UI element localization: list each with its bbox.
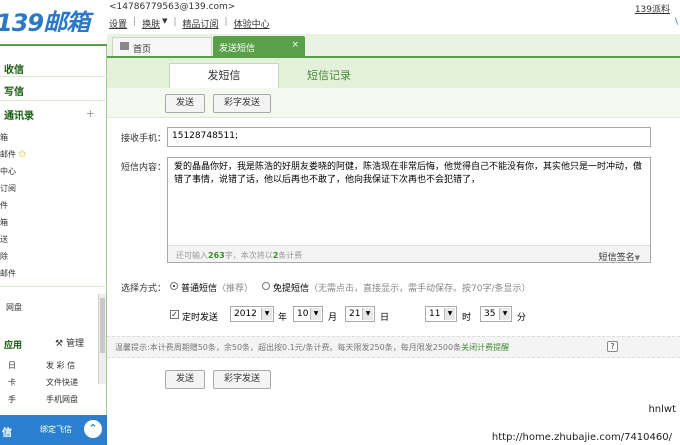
sidebar-netdisk[interactable]: 网盘 [6, 302, 22, 313]
normal-sms-radio[interactable] [170, 282, 178, 290]
sidebar-main-nav: 收信 写信 通讯录 + [0, 44, 107, 122]
chevron-down-icon: ▼ [634, 254, 640, 262]
chevron-down-icon: ▼ [310, 308, 321, 320]
content-footer: 还可输入263字，本次将以2条计费 短信签名▼ [168, 245, 650, 263]
sidebar-folder[interactable]: 件 [0, 200, 8, 211]
fetion-label: 信 [2, 428, 12, 439]
app-send-mms[interactable]: 发 彩 信 [46, 360, 75, 371]
sms-subtabs: 发短信 短信记录 [107, 58, 680, 88]
app-item[interactable]: 手 [8, 394, 16, 405]
top-links: 设置 | 换肤 ▼ | 精品订阅 | 体验中心 [109, 17, 270, 30]
app-mobile-disk[interactable]: 手机网盘 [46, 394, 78, 405]
apps-title: 应用 [4, 341, 23, 351]
sidebar-item-compose[interactable]: 写信 [4, 83, 24, 98]
minute-select[interactable]: 35 ▼ [480, 306, 512, 322]
bind-fetion-link[interactable]: 绑定飞信 [40, 424, 72, 435]
top-header: 139邮箱 <14786779563@139.com> 设置 | 换肤 ▼ | … [0, 0, 680, 34]
app-item[interactable]: 卡 [8, 377, 16, 388]
chevron-down-icon: ▼ [261, 308, 272, 320]
content-label: 短信内容： [121, 163, 167, 173]
subtab-compose[interactable]: 发短信 [169, 63, 279, 88]
apps-manage-link[interactable]: ⚒ 管理 [55, 336, 84, 349]
top-right-mark: \ [674, 17, 678, 27]
year-unit: 年 [278, 313, 288, 323]
settings-link[interactable]: 设置 [109, 17, 127, 30]
sidebar-scrollbar[interactable] [98, 294, 106, 384]
day-unit: 日 [380, 313, 390, 323]
mms-send-button-bottom[interactable]: 彩字发送 [213, 370, 271, 389]
chevron-down-icon: ▼ [362, 308, 373, 320]
hour-unit: 时 [462, 313, 472, 323]
chevron-down-icon: ▼ [499, 308, 510, 320]
tab-home[interactable]: 首页 [112, 37, 212, 56]
sidebar-folder[interactable]: 箱 [0, 132, 8, 143]
sidebar-folder[interactable]: 邮件 ✩ [0, 149, 26, 160]
billing-tip: 温馨提示:本计费周期赠50条，余50条，超出按0.1元/条计费。每天限发250条… [107, 336, 680, 358]
signature-dropdown[interactable]: 短信签名▼ [599, 250, 640, 263]
phone-input[interactable]: 15128748511; [167, 127, 651, 147]
sms-compose-panel: 发短信 短信记录 发送 彩字发送 接收手机： 15128748511; 短信内容… [107, 58, 680, 445]
free-sms-label[interactable]: 免提短信（无需点击，直接显示，需手动保存。按70字/条显示） [273, 281, 531, 294]
home-icon [120, 42, 129, 50]
sidebar-folder[interactable]: 送 [0, 234, 8, 245]
left-sidebar: 收信 写信 通讯录 + 箱 邮件 ✩ 中心 订阅 件 箱 送 除 邮件 网盘 应用… [0, 44, 107, 445]
hour-select[interactable]: 11 ▼ [425, 306, 457, 322]
subscription-link[interactable]: 精品订阅 [183, 17, 219, 30]
timed-send-label[interactable]: 定时发送 [182, 310, 218, 323]
sidebar-item-inbox[interactable]: 收信 [4, 61, 24, 76]
sidebar-folder[interactable]: 除 [0, 251, 8, 262]
help-icon[interactable]: ? [607, 341, 618, 352]
year-select[interactable]: 2012 ▼ [230, 306, 274, 322]
chevron-down-icon: ▼ [444, 308, 455, 320]
top-right-link[interactable]: 139派料 [635, 2, 670, 15]
chevron-up-icon[interactable]: ⌃ [84, 420, 102, 438]
watermark-url: http://home.zhubajie.com/7410460/ [491, 432, 672, 443]
day-select[interactable]: 21 ▼ [345, 306, 375, 322]
timed-send-checkbox[interactable]: ✓ [170, 310, 179, 319]
send-button[interactable]: 发送 [165, 94, 205, 113]
skin-link[interactable]: 换肤 [142, 17, 160, 30]
logo[interactable]: 139邮箱 [0, 2, 106, 32]
subtab-records[interactable]: 短信记录 [307, 67, 351, 83]
sidebar-item-contacts[interactable]: 通讯录 [4, 107, 34, 122]
app-file-express[interactable]: 文件快递 [46, 377, 78, 388]
sidebar-folder[interactable]: 邮件 [0, 268, 16, 279]
month-unit: 月 [328, 313, 338, 323]
char-counter: 还可输入263字，本次将以2条计费 [176, 251, 303, 260]
star-icon: ✩ [18, 149, 27, 160]
watermark-name: hnlwt [648, 404, 676, 415]
phone-label: 接收手机： [121, 134, 167, 144]
sidebar-folder[interactable]: 中心 [0, 166, 16, 177]
experience-link[interactable]: 体验中心 [234, 17, 270, 30]
wrench-icon: ⚒ [55, 339, 64, 349]
close-icon[interactable]: × [291, 40, 299, 50]
sidebar-fetion-bar: 信 绑定飞信 ⌃ [0, 415, 107, 445]
sidebar-folder[interactable]: 订阅 [0, 183, 16, 194]
logo-text: 139邮箱 [0, 9, 90, 32]
account-address: <14786779563@139.com> [109, 2, 236, 12]
send-button-bottom[interactable]: 发送 [165, 370, 205, 389]
month-select[interactable]: 10 ▼ [293, 306, 323, 322]
method-label: 选择方式： [121, 284, 167, 294]
app-item[interactable]: 日 [8, 360, 16, 371]
sidebar-folder[interactable]: 箱 [0, 217, 8, 228]
sms-content-text: 爱的晶晶你好，我是陈浩的好朋友娄晓的阿健，陈浩现在非常后悔，他觉得自己不能没有你… [174, 162, 643, 185]
mms-send-button[interactable]: 彩字发送 [213, 94, 271, 113]
tab-strip: 首页 发送短信 × [107, 34, 680, 58]
free-sms-radio[interactable] [262, 282, 270, 290]
close-billing-reminder-link[interactable]: 关闭计费提醒 [461, 343, 509, 352]
minute-unit: 分 [517, 313, 527, 323]
sms-content-textarea[interactable]: 爱的晶晶你好，我是陈浩的好朋友娄晓的阿健，陈浩现在非常后悔，他觉得自己不能没有你… [167, 157, 651, 263]
chevron-down-icon[interactable]: ▼ [162, 17, 167, 30]
normal-sms-label[interactable]: 普通短信（推荐） [181, 281, 253, 294]
top-toolbar: 发送 彩字发送 [107, 88, 680, 118]
tab-send-sms[interactable]: 发送短信 × [213, 36, 305, 56]
plus-icon[interactable]: + [86, 107, 95, 120]
tip-text: 温馨提示:本计费周期赠50条，余50条，超出按0.1元/条计费。每天限发250条… [115, 343, 510, 352]
